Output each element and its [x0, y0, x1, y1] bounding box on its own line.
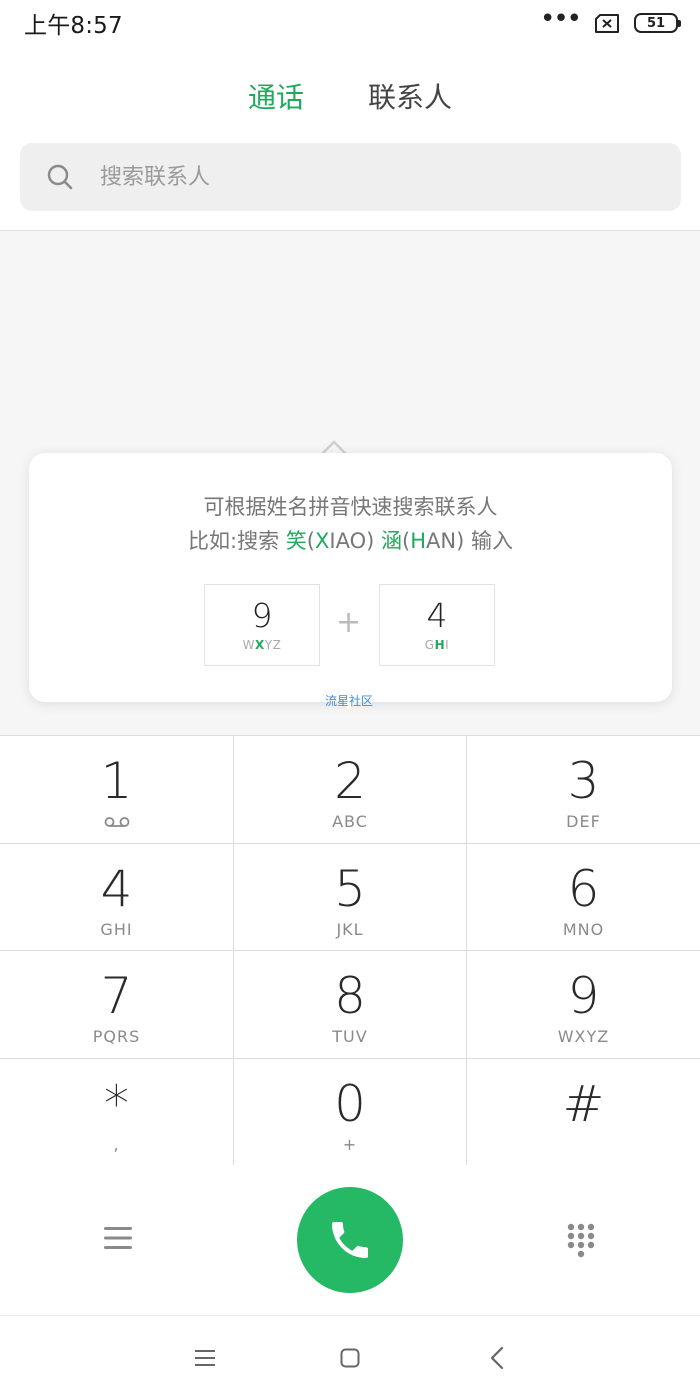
key-letters: ABC	[332, 812, 368, 831]
key-1[interactable]: 1	[0, 736, 234, 844]
key-digit: 0	[334, 1074, 366, 1133]
pinyin-search-tip: 可根据姓名拼音快速搜索联系人 比如:搜索 笑(XIAO) 涵(HAN) 输入 9…	[29, 453, 672, 702]
tip-word1-char: 笑	[285, 529, 307, 553]
search-icon	[47, 164, 73, 190]
letters-post: I	[445, 637, 450, 652]
tip-word2-char: 涵	[381, 529, 402, 553]
no-sim-icon	[595, 13, 619, 33]
plus-sign: +	[336, 605, 362, 640]
key-digit: #	[562, 1074, 605, 1133]
key-hash[interactable]: #	[467, 1058, 700, 1166]
phone-icon	[332, 1222, 368, 1258]
letters-post: YZ	[264, 637, 282, 652]
key-letters: WXYZ	[557, 1027, 610, 1046]
key-star[interactable]: * ,	[0, 1058, 234, 1166]
search-input[interactable]	[100, 164, 620, 190]
key-0[interactable]: 0 +	[234, 1058, 467, 1166]
tip-example-prefix: 比如:搜索	[188, 529, 286, 553]
key-digit: 9	[567, 967, 600, 1025]
key-digit: 6	[567, 859, 600, 918]
tip-word1-initial: X	[315, 529, 330, 553]
letters-highlight: X	[255, 637, 265, 652]
key-4[interactable]: 4 GHI	[0, 843, 234, 951]
voicemail-icon	[104, 817, 129, 827]
back-icon[interactable]	[490, 1346, 504, 1370]
tab-calls[interactable]: 通话	[248, 76, 304, 116]
dialer-actions	[0, 1165, 700, 1315]
status-icons: ••• 51	[540, 6, 681, 33]
tip-example: 比如:搜索 笑(XIAO) 涵(HAN) 输入	[29, 525, 672, 555]
key-digit: 5	[334, 859, 366, 918]
key-letters: DEF	[566, 812, 601, 831]
key-digit: 3	[567, 752, 600, 810]
battery-icon: 51	[634, 13, 681, 33]
more-notifications-icon: •••	[539, 4, 582, 34]
key-digit: 4	[100, 859, 133, 918]
key-digit: 2	[334, 752, 366, 810]
example-key-digit: 4	[426, 595, 448, 635]
key-letters: PQRS	[92, 1027, 141, 1046]
recent-apps-icon[interactable]	[194, 1348, 216, 1368]
key-digit: *	[104, 1074, 129, 1133]
tip-word2-rest: AN)	[426, 529, 465, 553]
key-8[interactable]: 8 TUV	[234, 951, 467, 1059]
example-key-digit: 9	[251, 595, 273, 635]
battery-level: 51	[646, 15, 666, 31]
example-key-letters: GHI	[425, 638, 449, 652]
letters-pre: W	[242, 637, 256, 652]
dialpad-icon[interactable]	[567, 1223, 595, 1259]
key-letters: +	[342, 1134, 358, 1154]
tip-word2-initial: H	[410, 529, 426, 553]
home-icon[interactable]	[340, 1348, 360, 1368]
letters-highlight: H	[434, 637, 446, 652]
key-digit: 8	[334, 967, 366, 1025]
key-letters: TUV	[332, 1027, 368, 1046]
tip-word2-open: (	[402, 529, 411, 553]
key-2[interactable]: 2 ABC	[234, 736, 467, 844]
tip-title: 可根据姓名拼音快速搜索联系人	[203, 495, 498, 519]
key-letters: MNO	[562, 919, 605, 939]
call-button[interactable]	[297, 1187, 403, 1293]
top-tabs: 通话 联系人	[0, 68, 700, 124]
search-bar[interactable]	[20, 143, 681, 211]
tip-word1-rest: IAO)	[329, 529, 375, 553]
status-time: 上午8:57	[24, 13, 123, 39]
key-digit: 1	[100, 752, 133, 810]
tip-word1-open: (	[306, 529, 315, 553]
example-key-9: 9 WXYZ	[204, 584, 320, 666]
watermark: 流星社区	[325, 694, 374, 708]
menu-icon[interactable]	[103, 1225, 133, 1251]
tip-example-suffix: 输入	[464, 529, 513, 553]
dial-keypad: 1 2 ABC 3 DEF 4 GHI 5 JKL 6 MNO 7 PQRS 8…	[0, 735, 700, 1166]
key-5[interactable]: 5 JKL	[234, 843, 467, 951]
key-7[interactable]: 7 PQRS	[0, 951, 234, 1059]
example-key-4: 4 GHI	[379, 584, 495, 666]
key-9[interactable]: 9 WXYZ	[467, 951, 700, 1059]
key-3[interactable]: 3 DEF	[467, 736, 700, 844]
key-digit: 7	[100, 967, 133, 1025]
system-nav-bar	[0, 1316, 700, 1400]
letters-pre: G	[424, 637, 435, 652]
example-key-letters: WXYZ	[243, 638, 282, 652]
key-letters: ,	[113, 1134, 120, 1154]
tab-contacts[interactable]: 联系人	[368, 76, 452, 116]
key-letters: GHI	[100, 919, 133, 939]
key-6[interactable]: 6 MNO	[467, 843, 700, 951]
status-bar: 上午8:57 ••• 51	[0, 0, 700, 46]
key-letters: JKL	[336, 919, 364, 939]
